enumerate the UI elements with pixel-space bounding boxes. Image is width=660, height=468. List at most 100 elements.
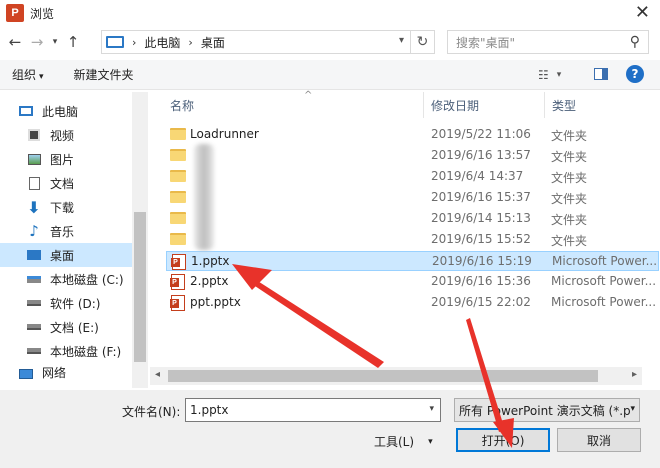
music-icon: ♪ [29, 222, 39, 240]
chevron-right-icon[interactable]: › [188, 36, 192, 49]
network-icon [18, 367, 34, 381]
sidebar-item-documents[interactable]: 文档 [0, 171, 148, 195]
pptx-file-icon [170, 295, 185, 311]
file-name: Loadrunner [190, 127, 259, 141]
file-row-pptx-selected[interactable]: 1.pptx 2019/6/16 15:19 Microsoft Power..… [166, 251, 659, 271]
sidebar-item-label: 文档 (E:) [50, 320, 99, 335]
sidebar-item-this-pc[interactable]: 此电脑 [0, 99, 148, 123]
change-view-button[interactable]: ☷ ▾ [538, 68, 561, 82]
desktop-icon [26, 248, 42, 262]
sidebar-item-label: 桌面 [50, 248, 75, 263]
cancel-button[interactable]: 取消 [557, 428, 641, 452]
sidebar-item-drive-d[interactable]: 软件 (D:) [0, 291, 148, 315]
sidebar-item-label: 网络 [42, 366, 67, 380]
up-arrow-icon[interactable]: ↑ [62, 31, 84, 53]
file-name: 1.pptx [191, 254, 230, 268]
sidebar-item-downloads[interactable]: ⬇ 下载 [0, 195, 148, 219]
file-row-pptx[interactable]: 2.pptx 2019/6/16 15:36 Microsoft Power..… [166, 272, 660, 292]
sidebar-item-desktop[interactable]: 桌面 [0, 243, 148, 267]
folder-icon [170, 128, 186, 140]
file-date: 2019/6/16 13:57 [431, 148, 531, 162]
column-type-label: 类型 [552, 98, 577, 113]
file-type: 文件夹 [551, 213, 588, 227]
sidebar-item-videos[interactable]: 视频 [0, 123, 148, 147]
file-row-folder[interactable]: 2019/6/16 15:37 文件夹 [166, 188, 660, 208]
close-icon[interactable]: ✕ [635, 2, 650, 23]
tools-label: 工具(L) [374, 435, 415, 449]
chevron-right-icon[interactable]: › [132, 36, 136, 49]
search-placeholder: 搜索"桌面" [456, 35, 516, 50]
navigation-pane: 此电脑 视频 图片 文档 ⬇ 下载 ♪ 音乐 桌面 本地磁盘 (C:) 软件 (… [0, 92, 148, 388]
folder-icon [170, 233, 186, 245]
horizontal-scrollbar[interactable]: ◂ ▸ [150, 367, 642, 385]
folder-icon [170, 149, 186, 161]
recent-locations-chevron-icon[interactable]: ▾ [48, 31, 62, 53]
chevron-down-icon[interactable]: ▾ [429, 404, 434, 414]
column-headers: 名称 ^ 修改日期 类型 [150, 90, 660, 118]
refresh-icon[interactable]: ↻ [410, 31, 434, 53]
open-button[interactable]: 打开(O) [456, 428, 550, 452]
address-dropdown-icon[interactable]: ▾ [399, 35, 404, 46]
column-header-name[interactable]: 名称 ^ [164, 90, 424, 118]
chevron-down-icon: ▾ [428, 436, 433, 447]
search-input[interactable]: 搜索"桌面" ⚲ [447, 30, 649, 54]
sidebar-scroll-thumb[interactable] [134, 212, 146, 362]
sidebar-item-music[interactable]: ♪ 音乐 [0, 219, 148, 243]
file-row-pptx[interactable]: ppt.pptx 2019/6/15 22:02 Microsoft Power… [166, 293, 660, 313]
windows-disk-icon [26, 272, 42, 286]
sidebar-item-label: 音乐 [50, 224, 75, 239]
redacted-names-mask [194, 144, 214, 250]
scroll-right-icon[interactable]: ▸ [632, 369, 637, 380]
video-icon [26, 128, 42, 142]
horizontal-scroll-thumb[interactable] [168, 370, 598, 382]
file-row-folder[interactable]: 2019/6/4 14:37 文件夹 [166, 167, 660, 187]
organize-button[interactable]: 组织 ▾ [12, 66, 44, 83]
search-icon[interactable]: ⚲ [630, 34, 640, 50]
organize-label: 组织 [12, 68, 37, 82]
sidebar-scrollbar[interactable] [132, 92, 148, 388]
file-type: Microsoft Power... [551, 295, 657, 309]
file-type: 文件夹 [551, 171, 588, 185]
file-row-folder[interactable]: 2019/6/15 15:52 文件夹 [166, 230, 660, 250]
breadcrumb-this-pc[interactable]: 此电脑 [144, 34, 180, 51]
navigation-bar: ← → ▾ ↑ › 此电脑 › 桌面 ▾ ↻ 搜索"桌面" ⚲ [0, 28, 660, 56]
disk-icon [26, 296, 42, 310]
sidebar-item-drive-f[interactable]: 本地磁盘 (F:) [0, 339, 148, 363]
filename-field[interactable]: 1.pptx ▾ [185, 398, 441, 422]
forward-arrow-icon[interactable]: → [26, 31, 48, 53]
file-row-folder[interactable]: 2019/6/16 13:57 文件夹 [166, 146, 660, 166]
help-icon[interactable]: ? [626, 65, 644, 83]
preview-pane-icon[interactable] [594, 68, 608, 80]
scroll-left-icon[interactable]: ◂ [155, 369, 160, 380]
disk-icon [26, 320, 42, 334]
sidebar-item-pictures[interactable]: 图片 [0, 147, 148, 171]
file-date: 2019/6/15 15:52 [431, 232, 531, 246]
sidebar-item-drive-c[interactable]: 本地磁盘 (C:) [0, 267, 148, 291]
chevron-down-icon: ▾ [39, 72, 44, 82]
file-row-folder[interactable]: 2019/6/14 15:13 文件夹 [166, 209, 660, 229]
column-header-date[interactable]: 修改日期 [425, 92, 545, 118]
pc-icon [18, 104, 34, 118]
breadcrumb-desktop[interactable]: 桌面 [201, 34, 225, 51]
file-type: 文件夹 [551, 234, 588, 248]
sidebar-item-drive-e[interactable]: 文档 (E:) [0, 315, 148, 339]
disk-icon [26, 344, 42, 358]
file-type: 文件夹 [551, 192, 588, 206]
back-arrow-icon[interactable]: ← [4, 31, 26, 53]
file-row-folder[interactable]: Loadrunner 2019/5/22 11:06 文件夹 [166, 125, 660, 145]
file-date: 2019/6/16 15:37 [431, 190, 531, 204]
powerpoint-icon: P [6, 4, 24, 22]
file-name: 2.pptx [190, 274, 229, 288]
pptx-file-icon [171, 254, 186, 270]
tools-menu-button[interactable]: 工具(L) ▾ [374, 433, 433, 450]
file-date: 2019/6/16 15:19 [432, 254, 532, 268]
file-type: Microsoft Power... [551, 274, 657, 288]
sidebar-item-network[interactable]: 网络 [0, 363, 148, 381]
file-type-select[interactable]: 所有 PowerPoint 演示文稿 (*.p ▾ [454, 398, 640, 422]
address-bar[interactable]: › 此电脑 › 桌面 ▾ ↻ [101, 30, 435, 54]
document-icon [26, 176, 42, 190]
sidebar-item-label: 视频 [50, 128, 75, 143]
new-folder-button[interactable]: 新建文件夹 [74, 66, 134, 83]
folder-icon [170, 170, 186, 182]
column-header-type[interactable]: 类型 [546, 92, 660, 118]
